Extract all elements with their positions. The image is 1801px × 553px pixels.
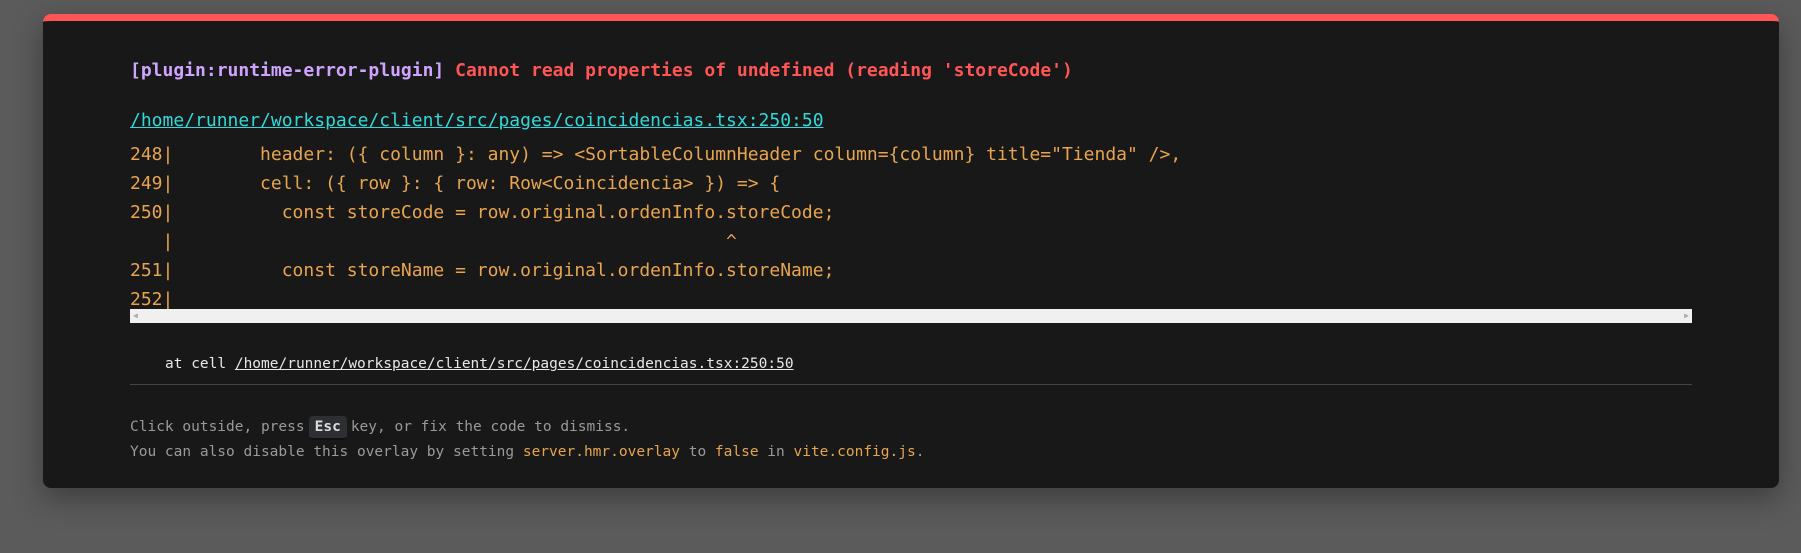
code-frame: 248| header: ({ column }: any) => <Sorta… [130,140,1181,314]
tip-text: key, or fix the code to dismiss. [350,419,631,435]
stack-prefix: at cell [165,356,235,372]
error-file-link[interactable]: /home/runner/workspace/client/src/pages/… [130,110,824,131]
divider [130,384,1692,385]
code-line: 252| [130,289,174,310]
error-overlay: [plugin:runtime-error-plugin] Cannot rea… [43,14,1779,488]
scroll-right-icon[interactable]: ▶ [1684,309,1689,323]
setting-value: false [714,444,759,460]
setting-name: server.hmr.overlay [522,444,680,460]
config-file: vite.config.js [793,444,916,460]
tip-text: You can also disable this overlay by set… [130,444,523,460]
esc-key: Esc [308,416,347,440]
code-line: 248| header: ({ column }: any) => <Sorta… [130,144,1182,165]
tip-text: in [758,444,794,460]
error-message: Cannot read properties of undefined (rea… [455,60,1073,81]
horizontal-scrollbar[interactable]: ◀ ▶ [130,309,1692,323]
stack-trace: at cell /home/runner/workspace/client/sr… [165,356,794,372]
disable-tip: You can also disable this overlay by set… [130,444,924,460]
code-line: 251| const storeName = row.original.orde… [130,260,835,281]
code-caret-line: | ^ [130,231,737,252]
plugin-name: [plugin:runtime-error-plugin] [130,60,445,81]
scroll-left-icon[interactable]: ◀ [133,309,138,323]
code-line: 250| const storeCode = row.original.orde… [130,202,835,223]
tip-text: to [679,444,715,460]
dismiss-tip: Click outside, press Esc key, or fix the c… [130,416,630,440]
stack-file-link[interactable]: /home/runner/workspace/client/src/pages/… [235,356,794,372]
error-title: [plugin:runtime-error-plugin] Cannot rea… [130,60,1073,81]
tip-text: Click outside, press [130,419,305,435]
tip-text: . [915,444,925,460]
code-line: 249| cell: ({ row }: { row: Row<Coincide… [130,173,781,194]
